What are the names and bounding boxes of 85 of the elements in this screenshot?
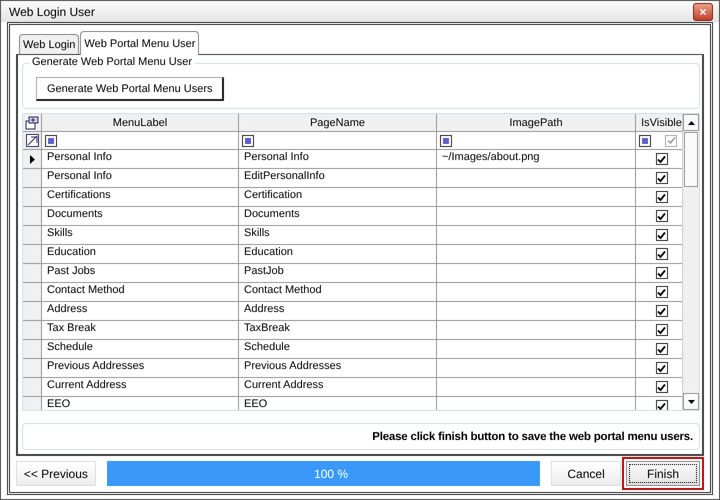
table-cell: Schedule <box>42 340 239 359</box>
visible-checkbox[interactable] <box>656 191 668 203</box>
table-cell: Current Address <box>239 378 437 397</box>
generate-button[interactable]: Generate Web Portal Menu Users <box>36 77 224 101</box>
table-cell: TaxBreak <box>239 321 437 340</box>
scroll-up-icon[interactable] <box>688 120 694 124</box>
visible-checkbox[interactable] <box>656 381 668 393</box>
visible-checkbox[interactable] <box>656 324 668 336</box>
visible-checkbox[interactable] <box>656 267 668 279</box>
visible-checkbox[interactable] <box>656 172 668 184</box>
filter-checkbox[interactable] <box>665 134 677 146</box>
visible-checkbox[interactable] <box>656 229 668 241</box>
scrollbar[interactable] <box>682 114 699 410</box>
table-cell: Education <box>42 245 239 264</box>
filter-icon[interactable] <box>639 134 651 146</box>
column-header[interactable]: ImagePath <box>437 114 636 132</box>
progress-label: 100 % <box>314 467 348 481</box>
table-cell: Previous Addresses <box>239 359 437 378</box>
message-text: Please click finish button to save the web portal menu users. <box>372 430 693 442</box>
visible-checkbox[interactable] <box>656 210 668 222</box>
table-cell: EEO <box>239 397 437 410</box>
current-row-icon <box>30 154 34 164</box>
check-icon <box>657 364 666 372</box>
filter-icon[interactable] <box>45 134 57 146</box>
table-cell: Personal Info <box>239 150 437 169</box>
check-icon <box>657 382 666 392</box>
table-cell: Certification <box>239 188 437 207</box>
table-cell: Tax Break <box>42 321 239 340</box>
table-cell: Contact Method <box>42 283 239 302</box>
visible-checkbox[interactable] <box>656 248 668 260</box>
tab[interactable]: Web Login <box>19 34 80 55</box>
check-icon <box>657 268 666 278</box>
visible-checkbox[interactable] <box>656 153 668 165</box>
check-icon <box>657 402 666 410</box>
check-icon <box>657 250 666 258</box>
cancel-button[interactable]: Cancel <box>551 461 621 486</box>
window-title: Web Login User <box>9 4 95 18</box>
table-cell: Documents <box>239 207 437 226</box>
check-icon <box>657 154 666 164</box>
check-icon <box>657 174 666 182</box>
visible-checkbox[interactable] <box>656 400 668 410</box>
table-cell: Current Address <box>42 378 239 397</box>
table-cell: Skills <box>42 226 239 245</box>
table-cell: Past Jobs <box>42 264 239 283</box>
table-cell: Skills <box>239 226 437 245</box>
column-chooser-icon[interactable] <box>23 114 42 132</box>
visible-checkbox[interactable] <box>656 362 668 374</box>
visible-checkbox[interactable] <box>656 286 668 298</box>
filter-icon[interactable] <box>242 134 254 146</box>
table-cell: Documents <box>42 207 239 226</box>
check-icon <box>657 306 666 316</box>
table-cell: ~/Images/about.png <box>437 150 636 169</box>
visible-checkbox[interactable] <box>656 305 668 317</box>
column-header[interactable]: PageName <box>239 114 437 132</box>
table-cell: Contact Method <box>239 283 437 302</box>
filter-icon[interactable] <box>440 134 452 146</box>
row-header[interactable] <box>23 150 42 169</box>
table-cell: Address <box>239 302 437 321</box>
table-cell: EditPersonalInfo <box>239 169 437 188</box>
table-cell: PastJob <box>239 264 437 283</box>
column-header[interactable]: MenuLabel <box>42 114 239 132</box>
check-icon <box>657 288 666 296</box>
group-title: Generate Web Portal Menu User <box>29 56 195 68</box>
scroll-thumb[interactable] <box>684 132 698 187</box>
check-icon <box>657 192 666 202</box>
table-cell: Education <box>239 245 437 264</box>
column-header[interactable]: IsVisible <box>636 114 682 132</box>
table-cell: Personal Info <box>42 150 239 169</box>
table-cell: Address <box>42 302 239 321</box>
check-icon <box>657 230 666 240</box>
clear-filter-icon[interactable] <box>23 132 42 150</box>
previous-button[interactable]: << Previous <box>16 461 96 486</box>
table-cell: Personal Info <box>42 169 239 188</box>
scroll-down-icon[interactable] <box>688 400 694 404</box>
finish-button[interactable]: Finish <box>626 461 700 486</box>
check-icon <box>657 212 666 220</box>
table-cell: Schedule <box>239 340 437 359</box>
check-icon <box>657 344 666 354</box>
table-cell: Certifications <box>42 188 239 207</box>
table-cell: Previous Addresses <box>42 359 239 378</box>
table-cell: EEO <box>42 397 239 410</box>
check-icon <box>666 136 676 145</box>
visible-checkbox[interactable] <box>656 343 668 355</box>
tab[interactable]: Web Portal Menu User <box>80 31 200 55</box>
check-icon <box>657 326 666 334</box>
